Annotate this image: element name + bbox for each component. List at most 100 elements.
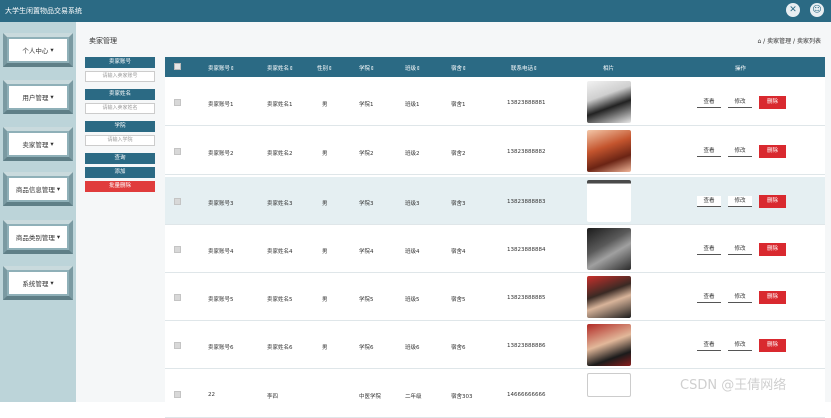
sidebar-item-goods[interactable]: 商品信息管理 ▾: [3, 172, 73, 206]
name-input[interactable]: 请输入卖家姓名: [85, 103, 155, 114]
select-all-checkbox[interactable]: [174, 63, 181, 70]
add-button[interactable]: 添加: [85, 167, 155, 178]
seller-photo: [587, 324, 631, 366]
college-label: 学院: [85, 121, 155, 132]
cell-name: 卖家姓名2: [267, 151, 293, 157]
cell-name: 卖家姓名6: [267, 345, 293, 351]
col-class[interactable]: 班级⇕: [405, 64, 421, 72]
cell-account: 卖家账号3: [208, 201, 234, 207]
col-gender[interactable]: 性别⇕: [317, 64, 333, 72]
cell-college: 学院1: [359, 102, 374, 108]
col-name[interactable]: 卖家姓名⇕: [267, 64, 294, 72]
row-checkbox[interactable]: [174, 294, 181, 301]
batch-delete-button[interactable]: 批量删除: [85, 181, 155, 192]
cell-dorm: 宿舍303: [451, 394, 473, 400]
cell-gender: 男: [322, 102, 328, 108]
table-row[interactable]: 卖家账号2 卖家姓名2 男 学院2 班级2 宿舍2 13823888882 查看 修改 删除: [165, 127, 825, 175]
top-bar: 大学生闲置物品交易系统 ✕ ☺: [0, 0, 831, 22]
edit-button[interactable]: 修改: [728, 196, 752, 207]
cell-phone: 13823888882: [507, 149, 546, 155]
seller-photo: [587, 373, 631, 397]
sidebar: 个人中心 ▾ 用户管理 ▾ 卖家管理 ▾ 商品信息管理 ▾ 商品类别管理 ▾ 系…: [0, 22, 76, 402]
watermark: CSDN @王倩网络: [680, 378, 787, 393]
edit-button[interactable]: 修改: [728, 97, 752, 108]
sidebar-item-users[interactable]: 用户管理 ▾: [3, 80, 73, 114]
view-button[interactable]: 查看: [697, 97, 721, 108]
delete-button[interactable]: 删除: [759, 291, 786, 304]
breadcrumb-item: 卖家列表: [796, 38, 821, 45]
seller-photo: [587, 130, 631, 172]
cell-account: 22: [208, 392, 215, 398]
col-dorm[interactable]: 宿舍⇕: [451, 64, 467, 72]
cell-name: 卖家姓名3: [267, 201, 293, 207]
cell-account: 卖家账号6: [208, 345, 234, 351]
view-button[interactable]: 查看: [697, 244, 721, 255]
edit-button[interactable]: 修改: [728, 292, 752, 303]
cell-phone: 14666666666: [507, 392, 546, 398]
view-button[interactable]: 查看: [697, 340, 721, 351]
seller-table: 卖家账号⇕ 卖家姓名⇕ 性别⇕ 学院⇕ 班级⇕ 宿舍⇕ 联系电话⇕ 相片 操作 …: [165, 57, 825, 418]
view-button[interactable]: 查看: [697, 292, 721, 303]
col-account[interactable]: 卖家账号⇕: [208, 64, 235, 72]
row-checkbox[interactable]: [174, 391, 181, 398]
cell-class: 班级3: [405, 201, 420, 207]
table-row[interactable]: 卖家账号6 卖家姓名6 男 学院6 班级6 宿舍6 13823888886 查看 修改 删除: [165, 321, 825, 369]
sidebar-item-label: 系统管理: [22, 280, 49, 288]
settings-icon[interactable]: ✕: [786, 3, 800, 17]
sidebar-item-label: 个人中心: [22, 47, 49, 55]
home-icon[interactable]: ⌂: [757, 38, 761, 45]
table-row[interactable]: 卖家账号4 卖家姓名4 男 学院4 班级4 宿舍4 13823888884 查看 修改 删除: [165, 225, 825, 273]
view-button[interactable]: 查看: [697, 196, 721, 207]
row-checkbox[interactable]: [174, 198, 181, 205]
user-icon[interactable]: ☺: [810, 3, 824, 17]
breadcrumb-item[interactable]: 卖家管理: [767, 38, 791, 45]
sidebar-item-label: 商品类别管理: [15, 234, 55, 242]
cell-phone: 13823888886: [507, 343, 546, 349]
cell-account: 卖家账号1: [208, 102, 234, 108]
cell-dorm: 宿舍1: [451, 102, 466, 108]
sidebar-item-sellers[interactable]: 卖家管理 ▾: [3, 127, 73, 161]
query-button[interactable]: 查询: [85, 153, 155, 164]
col-college[interactable]: 学院⇕: [359, 64, 375, 72]
cell-phone: 13823888885: [507, 295, 546, 301]
edit-button[interactable]: 修改: [728, 244, 752, 255]
delete-button[interactable]: 删除: [759, 339, 786, 352]
seller-photo: [587, 81, 631, 123]
delete-button[interactable]: 删除: [759, 145, 786, 158]
cell-college: 中医学院: [359, 394, 382, 400]
cell-account: 卖家账号4: [208, 249, 234, 255]
cell-gender: 男: [322, 297, 328, 303]
college-input[interactable]: 请输入学院: [85, 135, 155, 146]
delete-button[interactable]: 删除: [759, 195, 786, 208]
cell-college: 学院5: [359, 297, 374, 303]
account-input[interactable]: 请输入卖家账号: [85, 71, 155, 82]
delete-button[interactable]: 删除: [759, 243, 786, 256]
cell-dorm: 宿舍5: [451, 297, 466, 303]
sidebar-item-categories[interactable]: 商品类别管理 ▾: [3, 220, 73, 254]
sidebar-item-label: 商品信息管理: [15, 186, 55, 194]
edit-button[interactable]: 修改: [728, 340, 752, 351]
sidebar-item-system[interactable]: 系统管理 ▾: [3, 266, 73, 300]
sidebar-item-personal[interactable]: 个人中心 ▾: [3, 33, 73, 67]
table-row[interactable]: 卖家账号5 卖家姓名5 男 学院5 班级5 宿舍5 13823888885 查看 修改 删除: [165, 273, 825, 321]
name-label: 卖家姓名: [85, 89, 155, 100]
row-checkbox[interactable]: [174, 148, 181, 155]
cell-dorm: 宿舍4: [451, 249, 466, 255]
row-checkbox[interactable]: [174, 246, 181, 253]
cell-college: 学院2: [359, 151, 374, 157]
table-row[interactable]: 卖家账号3 卖家姓名3 男 学院3 班级3 宿舍3 13823888883 查看 修改 删除: [165, 177, 825, 225]
row-checkbox[interactable]: [174, 99, 181, 106]
view-button[interactable]: 查看: [697, 146, 721, 157]
table-row[interactable]: 卖家账号1 卖家姓名1 男 学院1 班级1 宿舍1 13823888881 查看 修改 删除: [165, 78, 825, 126]
table-header: 卖家账号⇕ 卖家姓名⇕ 性别⇕ 学院⇕ 班级⇕ 宿舍⇕ 联系电话⇕ 相片 操作: [165, 57, 825, 77]
row-checkbox[interactable]: [174, 342, 181, 349]
edit-button[interactable]: 修改: [728, 146, 752, 157]
page-title: 卖家管理: [89, 37, 117, 45]
cell-account: 卖家账号2: [208, 151, 234, 157]
search-panel: 卖家账号 请输入卖家账号 卖家姓名 请输入卖家姓名 学院 请输入学院 查询 添加…: [85, 57, 155, 195]
delete-button[interactable]: 删除: [759, 96, 786, 109]
col-phone[interactable]: 联系电话⇕: [511, 64, 538, 72]
app-title: 大学生闲置物品交易系统: [5, 7, 82, 15]
cell-phone: 13823888881: [507, 100, 546, 106]
cell-college: 学院3: [359, 201, 374, 207]
